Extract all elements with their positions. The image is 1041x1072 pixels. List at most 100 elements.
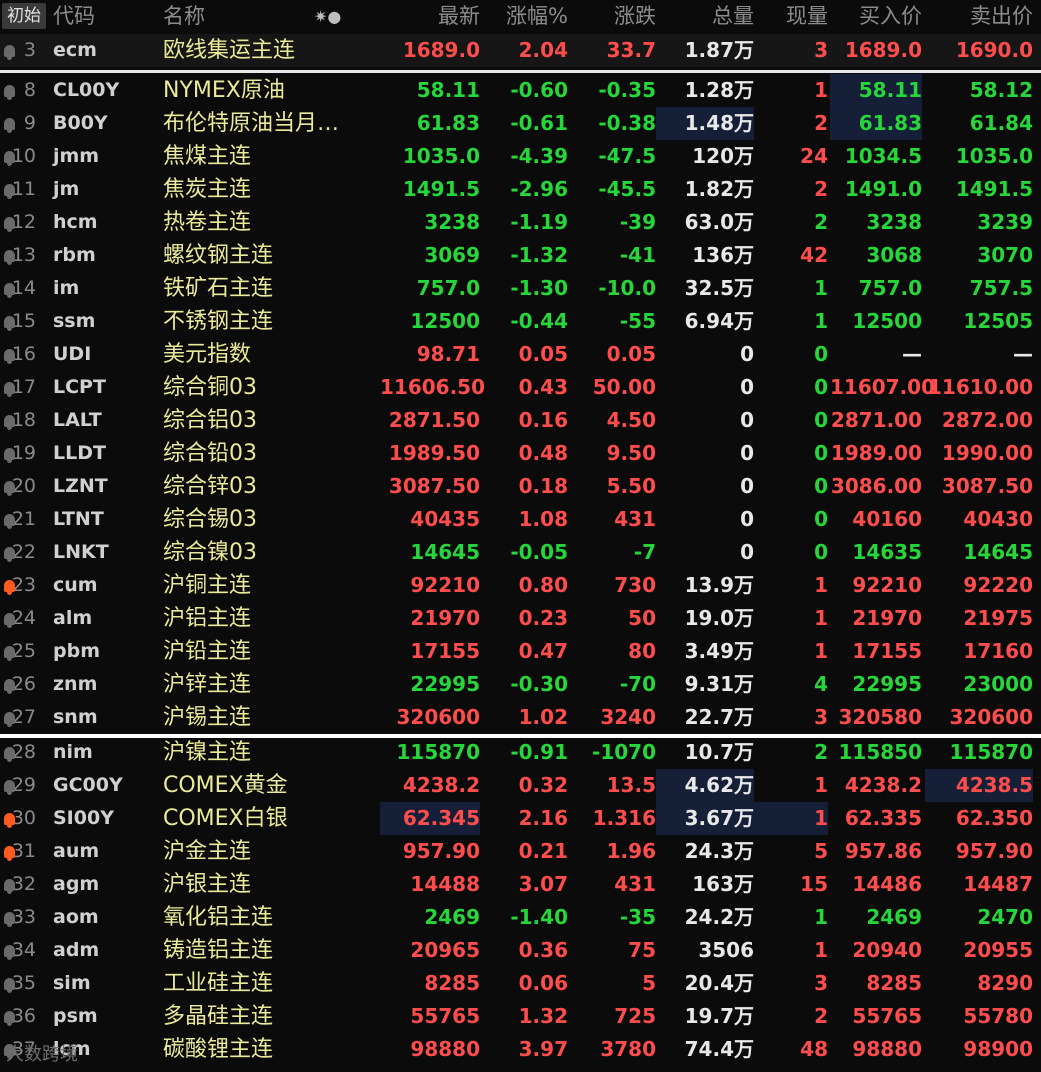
row-ask: 957.90 <box>955 839 1033 863</box>
row-chg: 3240 <box>600 705 656 729</box>
table-row[interactable]: 18 LALT 综合铝03 2871.50 0.16 4.50 0 0 2871.00 2872.… <box>0 404 1041 437</box>
row-vol: 0 <box>740 375 754 399</box>
row-chg: -10.0 <box>598 276 656 300</box>
col-pct-header[interactable]: 涨幅% <box>480 0 568 33</box>
row-code: LZNT <box>53 475 108 497</box>
row-last: 1689.0 <box>402 38 480 62</box>
row-pct: -0.30 <box>510 672 568 696</box>
table-row[interactable]: 33 aom 氧化铝主连 2469 -1.40 -35 24.2万 1 2469 2470 <box>0 901 1041 934</box>
table-row[interactable]: 16 UDI 美元指数 98.71 0.05 0.05 0 0— — <box>0 338 1041 371</box>
row-chg: -47.5 <box>598 144 656 168</box>
row-code: jm <box>53 178 80 200</box>
table-row[interactable]: 15 ssm 不锈钢主连 12500 -0.44 -55 6.94万 1 12500 12505 <box>0 305 1041 338</box>
row-pct: -0.60 <box>510 78 568 102</box>
table-row[interactable]: 20 LZNT 综合锌03 3087.50 0.18 5.50 0 0 3086.00 3087.… <box>0 470 1041 503</box>
row-chg: 0.05 <box>606 342 656 366</box>
row-vol: 0 <box>740 507 754 531</box>
table-row[interactable]: 13 rbm 螺纹钢主连 3069 -1.32 -41 136万 42 3068 3070 <box>0 239 1041 272</box>
row-bid: 40160 <box>852 507 922 531</box>
row-pct: 0.05 <box>518 342 568 366</box>
row-name: 焦煤主连 <box>163 144 252 169</box>
table-row[interactable]: 10 jmm 焦煤主连 1035.0 -4.39 -47.5 120万 24 1034.5 103… <box>0 140 1041 173</box>
table-row[interactable]: 8 CL00Y NYMEX原油 58.11 -0.60 -0.35 1.28万 1 58.11 5… <box>0 74 1041 107</box>
table-row[interactable]: 28 nim 沪镍主连 115870 -0.91 -1070 10.7万 2 115850 115… <box>0 736 1041 769</box>
row-name: 沪铜主连 <box>163 573 252 598</box>
col-cur-header[interactable]: 现量 <box>754 0 828 33</box>
table-row[interactable]: 37 lcm 碳酸锂主连 98880 3.97 3780 74.4万 48 98880 98900 <box>0 1033 1041 1066</box>
row-code: LALT <box>53 409 102 431</box>
table-row[interactable]: 32 agm 沪银主连 14488 3.07 431 163万 15 14486 14487 <box>0 868 1041 901</box>
row-cur: 2 <box>814 177 828 201</box>
table-row[interactable]: 22 LNKT 综合镍03 14645 -0.05 -7 0 0 14635 14645 <box>0 536 1041 569</box>
table-row[interactable]: 34 adm 铸造铝主连 20965 0.36 75 3506 1 20940 20955 <box>0 934 1041 967</box>
row-cur: 1 <box>814 309 828 333</box>
col-ask-header[interactable]: 卖出价 <box>925 0 1033 33</box>
row-code: snm <box>53 706 98 728</box>
table-row[interactable]: 36 psm 多晶硅主连 55765 1.32 725 19.7万 2 55765 55780 <box>0 1000 1041 1033</box>
col-vol-header[interactable]: 总量 <box>656 0 754 33</box>
row-last: 11606.50 <box>380 375 486 399</box>
row-name: 综合铝03 <box>163 408 257 433</box>
table-row[interactable]: 24 alm 沪铝主连 21970 0.23 50 19.0万 1 21970 21975 <box>0 602 1041 635</box>
pinned-row[interactable]: 3 ecm 欧线集运主连 1689.0 2.04 33.7 1.87万 3 16… <box>0 34 1041 67</box>
row-last: 92210 <box>410 573 480 597</box>
row-code: LTNT <box>53 508 104 530</box>
row-ask: 8290 <box>977 971 1033 995</box>
row-pct: -0.61 <box>510 111 568 135</box>
row-ask: 92220 <box>963 573 1033 597</box>
row-last: 4238.2 <box>402 773 480 797</box>
row-code: alm <box>53 607 93 629</box>
row-ask: 1035.0 <box>955 144 1033 168</box>
col-last-header[interactable]: 最新 <box>380 0 480 33</box>
row-code: pbm <box>53 640 100 662</box>
table-row[interactable]: 19 LLDT 综合铅03 1989.50 0.48 9.50 0 0 1989.00 1990.… <box>0 437 1041 470</box>
row-chg: 50 <box>628 606 656 630</box>
row-cur: 5 <box>814 839 828 863</box>
row-bid: 115850 <box>838 740 923 764</box>
row-last: 1035.0 <box>402 144 480 168</box>
row-name: 欧线集运主连 <box>163 38 296 63</box>
table-row[interactable]: 27 snm 沪锡主连 320600 1.02 3240 22.7万 3 320580 32060… <box>0 701 1041 734</box>
table-row[interactable]: 25 pbm 沪铅主连 17155 0.47 80 3.49万 1 17155 17160 <box>0 635 1041 668</box>
row-pct: -0.05 <box>510 540 568 564</box>
row-vol: 3506 <box>698 938 754 962</box>
row-cur: 1 <box>814 905 828 929</box>
settings-icon[interactable]: ✷● <box>314 0 354 33</box>
row-cur: 42 <box>800 243 828 267</box>
table-row[interactable]: 17 LCPT 综合铜03 11606.50 0.43 50.00 0 0 11607.00 11… <box>0 371 1041 404</box>
table-row[interactable]: 12 hcm 热卷主连 3238 -1.19 -39 63.0万 2 3238 3239 <box>0 206 1041 239</box>
row-cur: 4 <box>814 672 828 696</box>
row-vol: 19.7万 <box>684 1004 754 1028</box>
row-bid: 8285 <box>866 971 922 995</box>
row-last: 14645 <box>410 540 480 564</box>
row-bid: — <box>902 342 922 366</box>
table-row[interactable]: 11 jm 焦炭主连 1491.5 -2.96 -45.5 1.82万 2 1491.0 1491… <box>0 173 1041 206</box>
row-vol: 10.7万 <box>684 740 754 764</box>
table-row[interactable]: 31 aum 沪金主连 957.90 0.21 1.96 24.3万 5 957.86 957.9… <box>0 835 1041 868</box>
table-row[interactable]: 26 znm 沪锌主连 22995 -0.30 -70 9.31万 4 22995 23000 <box>0 668 1041 701</box>
row-last: 1491.5 <box>402 177 480 201</box>
row-ask: 1690.0 <box>955 38 1033 62</box>
row-last: 757.0 <box>416 276 480 300</box>
initial-tag[interactable]: 初始 <box>2 3 46 29</box>
row-last: 115870 <box>396 740 481 764</box>
row-chg: -55 <box>619 309 656 333</box>
table-row[interactable]: 30 SI00Y COMEX白银 62.345 2.16 1.316 3.67万 1 62.33… <box>0 802 1041 835</box>
table-row[interactable]: 21 LTNT 综合锡03 40435 1.08 431 0 0 40160 40430 <box>0 503 1041 536</box>
row-last: 22995 <box>410 672 480 696</box>
col-bid-header[interactable]: 买入价 <box>830 0 922 33</box>
row-ask: 40430 <box>963 507 1033 531</box>
table-row[interactable]: 23 cum 沪铜主连 92210 0.80 730 13.9万 1 92210 92220 <box>0 569 1041 602</box>
row-bid: 1491.0 <box>844 177 922 201</box>
row-ask: 14645 <box>963 540 1033 564</box>
table-row[interactable]: 14 im 铁矿石主连 757.0 -1.30 -10.0 32.5万 1 757.0 757.5 <box>0 272 1041 305</box>
col-code-header[interactable]: 代码 <box>53 0 153 33</box>
row-name: 沪锡主连 <box>163 705 252 730</box>
row-cur: 0 <box>814 474 828 498</box>
table-row[interactable]: 9 B00Y 布伦特原油当月… 61.83 -0.61 -0.38 1.48万 2 61.83 6… <box>0 107 1041 140</box>
table-row[interactable]: 35 sim 工业硅主连 8285 0.06 5 20.4万 3 8285 8290 <box>0 967 1041 1000</box>
row-vol: 136万 <box>692 243 754 267</box>
table-row[interactable]: 29 GC00Y COMEX黄金 4238.2 0.32 13.5 4.62万 1 4238.2… <box>0 769 1041 802</box>
row-last: 14488 <box>410 872 480 896</box>
col-chg-header[interactable]: 涨跌 <box>568 0 656 33</box>
